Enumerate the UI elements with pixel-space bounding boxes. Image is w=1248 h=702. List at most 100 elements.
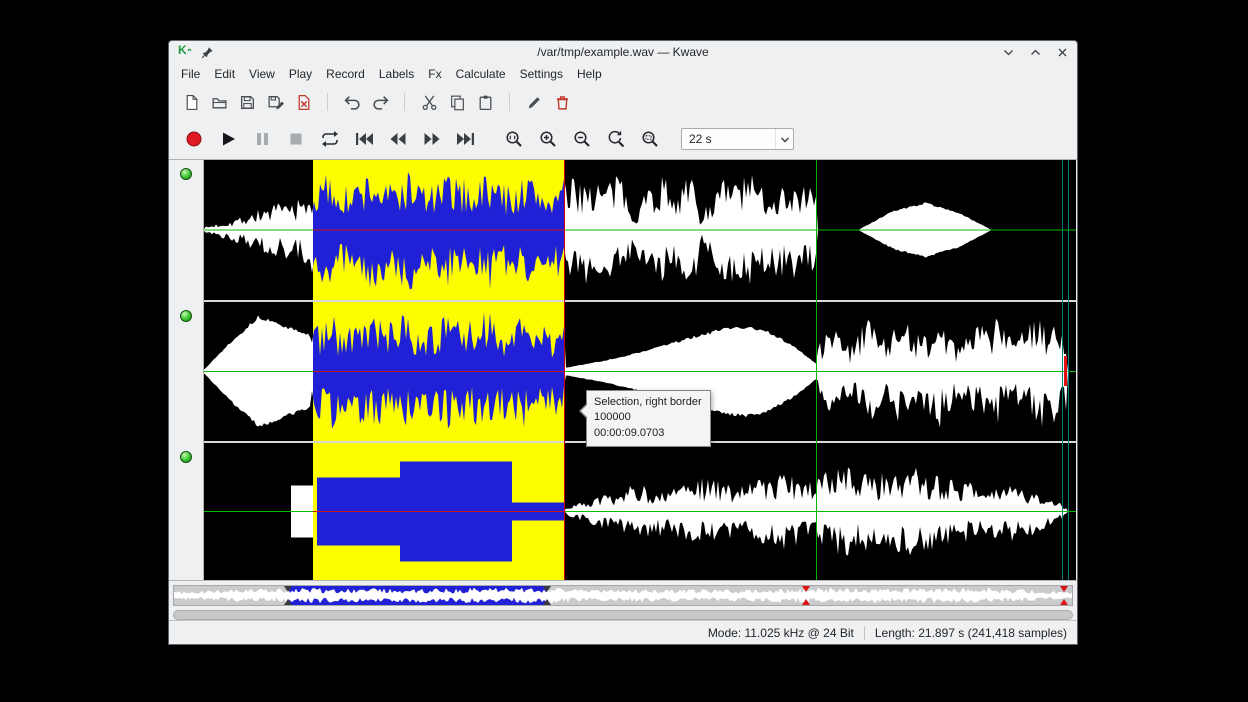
pause-icon <box>252 129 272 149</box>
zoom-original-button[interactable] <box>603 126 629 152</box>
menu-play[interactable]: Play <box>282 65 319 83</box>
menu-fx[interactable]: Fx <box>421 65 448 83</box>
forward-icon <box>421 129 443 149</box>
menu-record[interactable]: Record <box>319 65 372 83</box>
selection-right-border-line[interactable] <box>564 160 565 580</box>
app-icon[interactable]: K <box>177 42 193 62</box>
play-button[interactable] <box>215 126 241 152</box>
separator <box>327 93 328 111</box>
combo-dropdown-button[interactable] <box>775 129 793 149</box>
menu-file[interactable]: File <box>174 65 207 83</box>
zoom-fit-icon <box>640 129 660 149</box>
redo-icon <box>372 94 389 111</box>
menu-edit[interactable]: Edit <box>207 65 242 83</box>
undo-button[interactable] <box>340 90 364 114</box>
rewind-button[interactable] <box>385 126 411 152</box>
stop-icon <box>286 129 306 149</box>
save-button[interactable] <box>235 90 259 114</box>
save-as-button[interactable] <box>263 90 287 114</box>
track-waveform-1[interactable] <box>204 160 1076 300</box>
pencil-icon <box>526 94 543 111</box>
file-new-icon <box>183 94 200 111</box>
pause-button[interactable] <box>249 126 275 152</box>
loop-icon <box>319 129 341 149</box>
close-icon <box>1057 47 1068 58</box>
maximize-button[interactable] <box>1028 45 1042 59</box>
tooltip-title: Selection, right border <box>594 395 702 410</box>
file-save-as-icon <box>267 94 284 111</box>
zoom-fit-button[interactable] <box>637 126 663 152</box>
chevron-up-icon <box>1030 47 1041 58</box>
separator <box>404 93 405 111</box>
paste-icon <box>477 94 494 111</box>
file-open-icon <box>211 94 228 111</box>
file-close-icon <box>295 94 312 111</box>
rewind-icon <box>387 129 409 149</box>
new-file-button[interactable] <box>179 90 203 114</box>
menubar: File Edit View Play Record Labels Fx Cal… <box>169 63 1077 85</box>
tooltip-samples: 100000 <box>594 410 702 425</box>
skip-end-icon <box>455 129 477 149</box>
track-waveform-3[interactable] <box>204 443 1076 580</box>
paste-button[interactable] <box>473 90 497 114</box>
skip-end-button[interactable] <box>453 126 479 152</box>
cut-icon <box>421 94 438 111</box>
menu-labels[interactable]: Labels <box>372 65 421 83</box>
track-controls-gutter <box>169 160 204 580</box>
play-icon <box>218 129 238 149</box>
signal-view[interactable] <box>204 160 1076 580</box>
track-led[interactable] <box>180 168 192 180</box>
close-file-button[interactable] <box>291 90 315 114</box>
horizontal-scrollbar[interactable] <box>173 610 1073 620</box>
overview-strip[interactable] <box>173 585 1073 606</box>
trash-icon <box>554 94 571 111</box>
skip-start-button[interactable] <box>351 126 377 152</box>
pin-button[interactable] <box>200 45 214 59</box>
forward-button[interactable] <box>419 126 445 152</box>
playback-cursor-line <box>1068 160 1069 580</box>
record-button[interactable] <box>181 126 207 152</box>
separator <box>864 626 865 640</box>
menu-help[interactable]: Help <box>570 65 609 83</box>
status-mode: Mode: 11.025 kHz @ 24 Bit <box>708 626 854 640</box>
draw-button[interactable] <box>522 90 546 114</box>
delete-button[interactable] <box>550 90 574 114</box>
zoom-selection-button[interactable] <box>501 126 527 152</box>
zoom-original-icon <box>606 129 626 149</box>
record-icon <box>184 129 204 149</box>
label-marker-line <box>816 160 817 580</box>
open-file-button[interactable] <box>207 90 231 114</box>
redo-button[interactable] <box>368 90 392 114</box>
transport-toolbar: 22 s <box>169 119 1077 159</box>
titlebar[interactable]: K /var/tmp/example.wav — Kwave <box>169 41 1077 63</box>
separator <box>509 93 510 111</box>
menu-settings[interactable]: Settings <box>513 65 570 83</box>
zoom-in-button[interactable] <box>535 126 561 152</box>
close-button[interactable] <box>1055 45 1069 59</box>
signal-area <box>169 159 1077 581</box>
playback-cursor-line <box>1062 160 1063 580</box>
zoom-factor-value: 22 s <box>682 132 775 146</box>
menu-view[interactable]: View <box>242 65 282 83</box>
cut-button[interactable] <box>417 90 441 114</box>
chevron-down-icon <box>780 135 790 144</box>
zoom-selection-icon <box>504 129 524 149</box>
pin-icon <box>201 46 214 59</box>
file-toolbar <box>169 85 1077 119</box>
shade-button[interactable] <box>1001 45 1015 59</box>
zoom-out-button[interactable] <box>569 126 595 152</box>
zoom-factor-select[interactable]: 22 s <box>681 128 794 150</box>
copy-button[interactable] <box>445 90 469 114</box>
file-save-icon <box>239 94 256 111</box>
zoom-in-icon <box>538 129 558 149</box>
skip-start-icon <box>353 129 375 149</box>
track-led[interactable] <box>180 451 192 463</box>
stop-button[interactable] <box>283 126 309 152</box>
loop-button[interactable] <box>317 126 343 152</box>
tooltip-time: 00:00:09.0703 <box>594 426 702 441</box>
svg-text:K: K <box>178 43 187 57</box>
scrollbar-thumb[interactable] <box>173 610 1073 620</box>
menu-calculate[interactable]: Calculate <box>449 65 513 83</box>
kwave-window: K /var/tmp/example.wav — Kwave File Edit… <box>168 40 1078 645</box>
track-led[interactable] <box>180 310 192 322</box>
